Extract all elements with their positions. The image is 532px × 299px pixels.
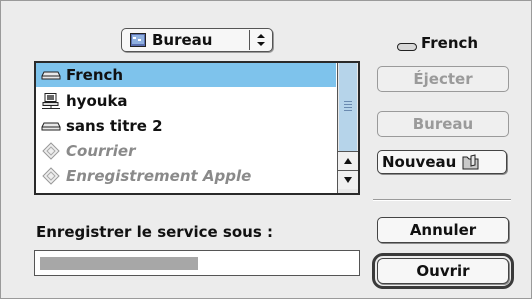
folder-icon <box>462 154 480 170</box>
text-selection <box>40 257 198 270</box>
list-item-label: sans titre 2 <box>66 117 163 135</box>
new-folder-button[interactable]: Nouveau <box>377 150 507 174</box>
save-as-label: Enregistrer le service sous : <box>36 223 273 241</box>
list-item[interactable]: Courrier <box>36 139 336 163</box>
network-icon <box>40 93 62 109</box>
list-item-label: French <box>66 66 124 84</box>
service-name-field[interactable] <box>34 250 360 276</box>
disk-icon <box>397 38 417 51</box>
new-folder-button-label: Nouveau <box>382 153 457 171</box>
list-item[interactable]: Enregistrement Apple <box>36 164 336 188</box>
app-alias-icon <box>40 142 62 160</box>
current-volume-label: French <box>421 34 479 52</box>
location-popup-label: Bureau <box>152 31 213 49</box>
disk-icon <box>40 67 62 83</box>
vertical-scrollbar[interactable] <box>337 63 358 193</box>
list-item[interactable]: hyouka <box>36 89 336 113</box>
list-item[interactable]: sans titre 2 <box>36 114 336 138</box>
desktop-button[interactable]: Bureau <box>377 111 509 137</box>
scroll-thumb[interactable] <box>339 63 357 152</box>
list-item-label: Enregistrement Apple <box>66 167 252 185</box>
save-dialog: Bureau French French hyouka sans titre 2… <box>0 0 532 299</box>
grip-icon <box>344 101 352 113</box>
current-volume: French <box>397 34 478 52</box>
location-popup[interactable]: Bureau <box>121 28 273 52</box>
desktop-icon <box>130 33 146 47</box>
cancel-button[interactable]: Annuler <box>377 217 509 243</box>
eject-button[interactable]: Éjecter <box>377 66 509 92</box>
list-item-label: hyouka <box>66 92 128 110</box>
popup-arrows-icon <box>249 30 272 50</box>
disk-icon <box>40 118 62 134</box>
list-item[interactable]: French <box>36 63 336 87</box>
app-alias-icon <box>40 167 62 185</box>
list-item-label: Courrier <box>66 142 136 160</box>
file-list[interactable]: French hyouka sans titre 2 Courrier Enre… <box>34 61 360 195</box>
separator <box>373 199 511 201</box>
scroll-down-arrow-icon[interactable] <box>338 170 358 189</box>
open-button[interactable]: Ouvrir <box>372 253 514 289</box>
scroll-up-arrow-icon[interactable] <box>338 151 358 170</box>
